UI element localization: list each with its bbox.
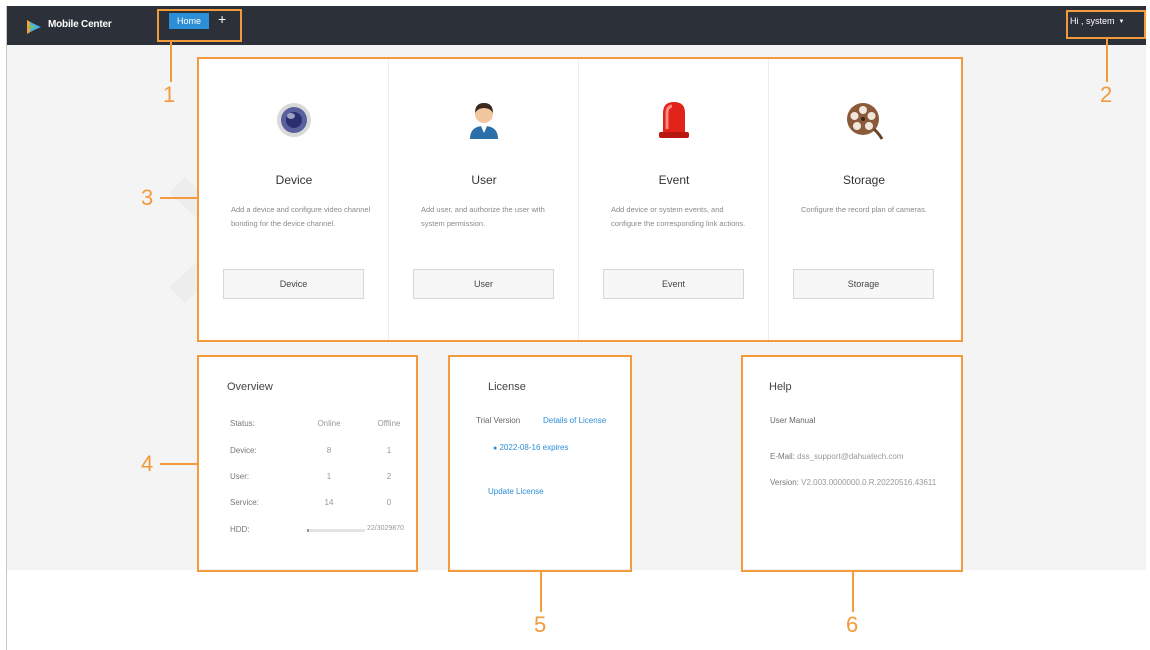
callout-box-4: [197, 355, 418, 572]
callout-line-1: [170, 42, 172, 82]
callout-line-5: [540, 572, 542, 612]
callout-line-4: [160, 463, 197, 465]
callout-box-2: [1066, 10, 1146, 39]
callout-number-2: 2: [1100, 82, 1113, 107]
callout-number-4: 4: [141, 451, 154, 476]
callout-number-3: 3: [141, 185, 154, 210]
callout-number-5: 5: [534, 612, 547, 637]
callout-number-1: 1: [163, 82, 176, 107]
callout-box-6: [741, 355, 963, 572]
callout-number-6: 6: [846, 612, 859, 637]
app-title: Mobile Center: [48, 19, 112, 30]
callout-box-1: [157, 9, 242, 42]
callout-box-3: [197, 57, 963, 342]
app-logo-icon: [27, 20, 41, 34]
callout-line-6: [852, 572, 854, 612]
callout-line-2: [1106, 39, 1108, 82]
callout-line-3: [160, 197, 197, 199]
callout-box-5: [448, 355, 632, 572]
